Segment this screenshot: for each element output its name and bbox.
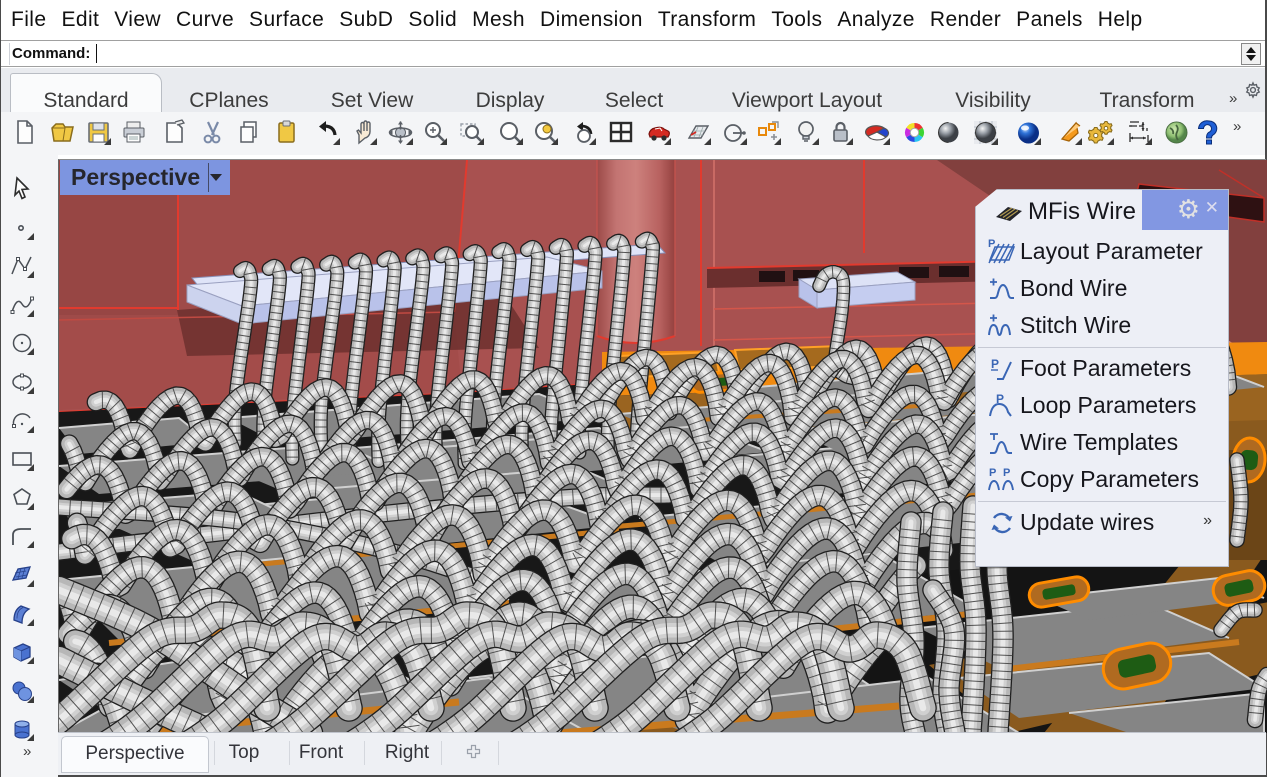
svg-text:P: P <box>989 467 996 479</box>
svg-text:P: P <box>1003 467 1010 479</box>
svg-text:P: P <box>991 357 999 371</box>
